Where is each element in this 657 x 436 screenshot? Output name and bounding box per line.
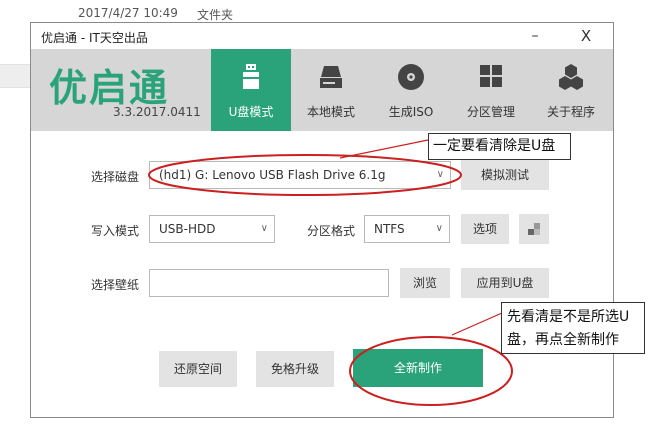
disk-select[interactable]: (hd1) G: Lenovo USB Flash Drive 6.1g ∨ xyxy=(149,161,451,189)
chevron-down-icon: ∨ xyxy=(435,223,443,234)
upgrade-no-format-button[interactable]: 免格升级 xyxy=(256,351,334,387)
close-button[interactable]: X xyxy=(574,26,598,46)
apply-to-usb-button[interactable]: 应用到U盘 xyxy=(461,268,549,298)
browse-button[interactable]: 浏览 xyxy=(400,268,450,298)
callout-top-text: 一定要看清除是U盘 xyxy=(433,138,556,154)
tab-local-mode[interactable]: 本地模式 xyxy=(291,49,371,131)
background-type: 文件夹 xyxy=(197,8,234,22)
window-title: 优启通 - IT天空出品 xyxy=(41,31,148,45)
tab-about[interactable]: 关于程序 xyxy=(531,49,611,131)
hexagon-cluster-icon xyxy=(559,64,583,90)
chevron-down-icon: ∨ xyxy=(260,223,268,234)
disc-icon xyxy=(398,64,424,90)
background-explorer-row: 2017/4/27 10:49 文件夹 xyxy=(0,0,657,24)
tab-usb-mode[interactable]: U盘模式 xyxy=(211,49,291,131)
callout-top: 一定要看清除是U盘 xyxy=(428,133,571,160)
new-create-button[interactable]: 全新制作 xyxy=(353,349,483,387)
extra-settings-button[interactable] xyxy=(519,214,549,244)
disk-label: 选择磁盘 xyxy=(91,170,140,184)
partition-grid-icon xyxy=(480,65,502,87)
app-logo: 优启通 xyxy=(49,66,170,110)
options-button[interactable]: 选项 xyxy=(461,214,509,244)
disk-select-value: (hd1) G: Lenovo USB Flash Drive 6.1g xyxy=(159,168,386,182)
minimize-button[interactable]: – xyxy=(523,26,547,46)
tab-usb-mode-label: U盘模式 xyxy=(228,105,274,119)
write-mode-value: USB-HDD xyxy=(159,222,216,236)
tab-make-iso[interactable]: 生成ISO xyxy=(371,49,451,131)
wallpaper-input[interactable] xyxy=(149,269,389,297)
restore-space-button[interactable]: 还原空间 xyxy=(159,351,237,387)
partition-format-label: 分区格式 xyxy=(307,224,356,238)
hard-disk-icon xyxy=(320,66,342,88)
callout-bottom: 先看清是不是所选U 盘，再点全新制作 xyxy=(501,302,645,354)
callout-bottom-line1: 先看清是不是所选U xyxy=(507,309,630,325)
write-mode-label: 写入模式 xyxy=(91,224,140,238)
partition-format-value: NTFS xyxy=(374,222,405,236)
simulate-test-button[interactable]: 模拟测试 xyxy=(461,160,549,190)
callout-bottom-line2: 盘，再点全新制作 xyxy=(507,332,619,348)
tab-make-iso-label: 生成ISO xyxy=(388,105,434,119)
tab-about-label: 关于程序 xyxy=(546,105,595,119)
tab-partition-manage-label: 分区管理 xyxy=(466,105,515,119)
tab-partition-manage[interactable]: 分区管理 xyxy=(451,49,531,131)
partition-format-select[interactable]: NTFS ∨ xyxy=(364,215,450,243)
wallpaper-label: 选择壁纸 xyxy=(91,278,140,292)
pixel-blocks-icon xyxy=(528,223,540,235)
background-selection-strip xyxy=(0,64,30,88)
chevron-down-icon: ∨ xyxy=(436,169,444,180)
background-date: 2017/4/27 10:49 xyxy=(78,6,178,20)
usb-drive-icon xyxy=(243,64,259,89)
tab-local-mode-label: 本地模式 xyxy=(306,105,355,119)
app-window: 优启通 - IT天空出品 – X 优启通 3.3.2017.0411 U盘模式 xyxy=(30,22,614,418)
header-banner: 优启通 3.3.2017.0411 U盘模式 本地模式 生成ISO 分区管理 关… xyxy=(31,49,613,131)
title-bar: 优启通 - IT天空出品 – X xyxy=(31,23,613,49)
write-mode-select[interactable]: USB-HDD ∨ xyxy=(149,215,275,243)
version-label: 3.3.2017.0411 xyxy=(113,105,201,119)
